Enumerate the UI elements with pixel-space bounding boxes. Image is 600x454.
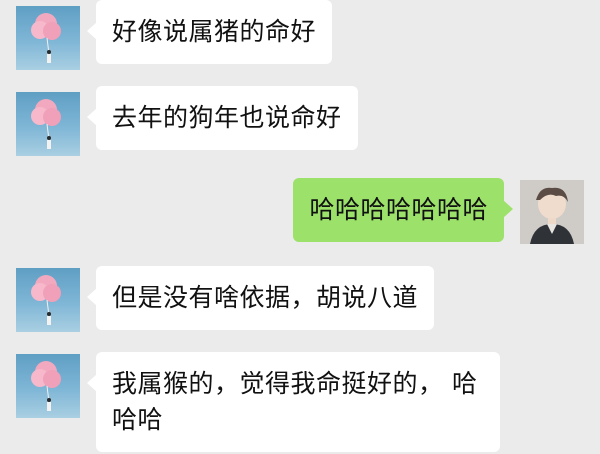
- message-text: 我属猴的，觉得我命挺好的， 哈哈哈: [112, 369, 478, 434]
- message-bubble: 但是没有啥依据，胡说八道: [86, 266, 435, 330]
- message-row: 好像说属猪的命好: [0, 0, 600, 80]
- message-row: 哈哈哈哈哈哈哈: [0, 178, 600, 258]
- message-bubble: 好像说属猪的命好: [86, 0, 333, 64]
- message-bubble: 我属猴的，觉得我命挺好的， 哈哈哈: [87, 352, 500, 452]
- cotton-candy-girl-avatar[interactable]: [16, 92, 80, 156]
- cotton-candy-girl-avatar[interactable]: [16, 6, 80, 70]
- message-text: 好像说属猪的命好: [112, 17, 317, 46]
- boy-portrait-avatar[interactable]: [520, 180, 584, 244]
- cotton-candy-girl-avatar[interactable]: [16, 268, 80, 332]
- cotton-candy-girl-avatar[interactable]: [16, 354, 80, 418]
- message-bubble: 去年的狗年也说命好: [87, 86, 358, 150]
- message-bubble: 哈哈哈哈哈哈哈: [293, 178, 513, 242]
- message-row: 我属猴的，觉得我命挺好的， 哈哈哈: [0, 350, 600, 454]
- message-text: 但是没有啥依据，胡说八道: [112, 283, 419, 312]
- message-row: 去年的狗年也说命好: [0, 86, 600, 166]
- message-text: 哈哈哈哈哈哈哈: [309, 195, 488, 224]
- message-row: 但是没有啥依据，胡说八道: [0, 264, 600, 344]
- chat-conversation: 好像说属猪的命好 去年的狗年也说命好 哈哈哈哈哈哈哈 但是没有啥依据，胡说八道 …: [0, 0, 600, 454]
- message-text: 去年的狗年也说命好: [112, 103, 342, 132]
